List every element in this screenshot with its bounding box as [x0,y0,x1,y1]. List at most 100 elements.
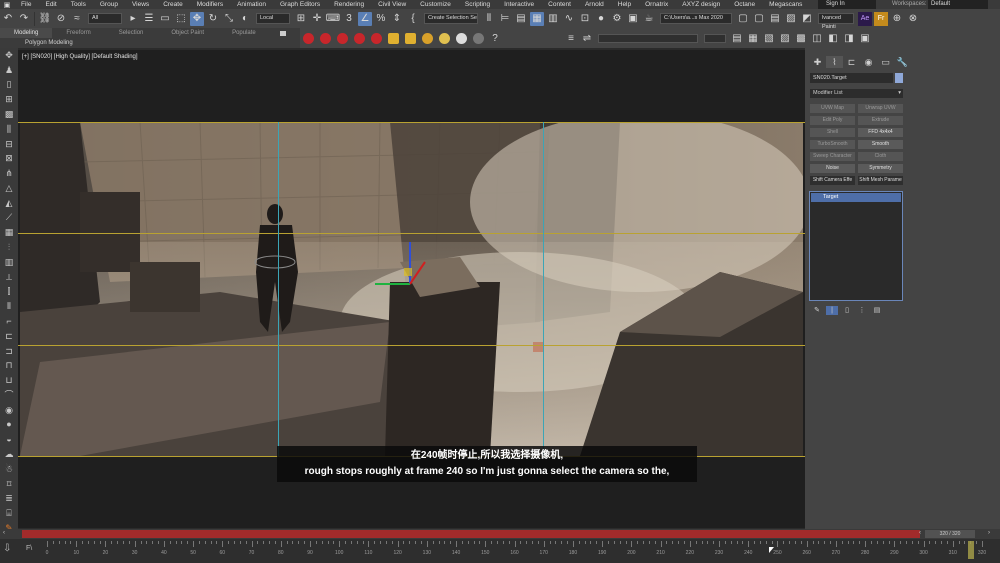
menu-item-octane[interactable]: Octane [727,0,762,9]
render-setup-icon[interactable]: ⚙ [610,12,624,26]
menu-item-graph-editors[interactable]: Graph Editors [273,0,327,9]
stack-item[interactable]: Target [811,193,901,202]
tool-icon-09[interactable]: ⋔ [3,167,16,180]
next-frame-icon[interactable]: › [988,530,990,536]
utilities-tab-icon[interactable]: 🔧 [894,56,911,68]
tool-icon-30[interactable]: ⌑ [3,478,16,491]
layer-icon-f[interactable]: ◫ [810,31,824,45]
rectangle-selection-icon[interactable]: ▭ [158,12,172,26]
menu-item-rendering[interactable]: Rendering [327,0,371,9]
modifier-button-uvw-map[interactable]: UVW Map [810,104,855,113]
quick-render-icon[interactable]: ▤ [768,12,782,26]
unlink-icon[interactable]: ⊘ [54,12,68,26]
material-editor-icon[interactable]: ● [594,12,608,26]
menu-item-ornatrix[interactable]: Ornatrix [638,0,675,9]
redo-icon[interactable]: ↷ [17,12,31,26]
percent-snap-icon[interactable]: % [374,12,388,26]
undo-icon[interactable]: ↶ [1,12,15,26]
layer-icon-a[interactable]: ▤ [730,31,744,45]
time-slider-track[interactable] [22,530,920,538]
ribbon-minimize-icon[interactable] [279,30,286,36]
forest-pack-icon[interactable]: Fr [874,11,888,26]
time-slider[interactable]: ‹ ‹ 320 / 320 › [0,529,1000,539]
folder-icon[interactable]: ▢ [736,12,750,26]
ribbon-tab-object-paint[interactable]: Object Paint [157,28,218,38]
tool-icon-23[interactable]: ⊔ [3,374,16,387]
tool-icon-04[interactable]: ⊞ [3,93,16,106]
tool-icon-18[interactable]: ⦀ [3,300,16,313]
select-manipulate-icon[interactable]: ✛ [310,12,324,26]
tool-icon-10[interactable]: △ [3,182,16,195]
pivot-center-icon[interactable]: ⊞ [294,12,308,26]
project-folder-icon[interactable]: ▢ [752,12,766,26]
schematic-view-icon[interactable]: ⊡ [578,12,592,26]
ribbon-tab-modeling[interactable]: Modeling [0,28,53,38]
tool-icon-31[interactable]: ≣ [3,492,16,505]
yellow-tool-icon[interactable] [388,32,399,44]
layer-tools-icon[interactable]: ⇌ [580,31,594,45]
configure-modifier-sets-icon[interactable]: ▤ [871,306,883,315]
plugin-b-icon[interactable]: ⊗ [906,12,920,26]
tool-icon-28[interactable]: ☁ [3,448,16,461]
menu-item-modifiers[interactable]: Modifiers [190,0,230,9]
ribbon-tab-selection[interactable]: Selection [105,28,158,38]
menu-item-content[interactable]: Content [541,0,578,9]
toggle-scene-explorer-icon[interactable]: ▤ [514,12,528,26]
tool-icon-17[interactable]: ⫿ [3,285,16,298]
after-effects-icon[interactable]: Ae [858,11,872,26]
curve-editor-icon[interactable]: ∿ [562,12,576,26]
mini-curve-editor-icon[interactable]: ⇩ [3,543,11,554]
tool-icon-26[interactable]: ● [3,418,16,431]
menu-item-customize[interactable]: Customize [413,0,458,9]
menu-item-edit[interactable]: Edit [38,0,63,9]
menu-item-arnold[interactable]: Arnold [578,0,611,9]
make-unique-icon[interactable]: ▯ [841,306,853,315]
toggle-layer-explorer-icon[interactable]: ▦ [530,11,544,26]
menu-item-views[interactable]: Views [125,0,156,9]
render-iterative-icon[interactable]: ▨ [784,12,798,26]
modifier-button-shift-camera-effe[interactable]: Shift Camera Effe [810,176,855,185]
angle-snap-icon[interactable]: ∠ [358,11,372,26]
layer-icon-e[interactable]: ▩ [794,31,808,45]
ribbon-tab-populate[interactable]: Populate [218,28,270,38]
tool-icon-16[interactable]: ⟂ [3,271,16,284]
grey-tool-icon[interactable] [473,32,484,44]
tool-icon-21[interactable]: ⊐ [3,345,16,358]
motion-tab-icon[interactable]: ◉ [860,56,877,68]
menu-item-animation[interactable]: Animation [230,0,273,9]
menu-item-create[interactable]: Create [156,0,190,9]
plugin-a-icon[interactable]: ⊕ [890,12,904,26]
layer-icon-b[interactable]: ▦ [746,31,760,45]
populate-red-icon-5[interactable] [371,32,382,44]
named-selection-dropdown[interactable]: Create Selection Se [424,13,478,24]
layers-icon[interactable]: ≡ [564,31,578,45]
tool-icon-13[interactable]: ▦ [3,226,16,239]
menu-item-megascans[interactable]: Megascans [762,0,809,9]
rendered-frame-window-icon[interactable]: ▣ [626,12,640,26]
render-preview-icon[interactable]: ◩ [800,12,814,26]
modifier-button-unwrap-uvw[interactable]: Unwrap UVW [858,104,903,113]
modifier-list-dropdown[interactable]: Modifier List ▾ [810,89,903,98]
tool-icon-03[interactable]: ▯ [3,78,16,91]
track-bar[interactable]: ⇩ F\ 0 10 20 30 40 50 60 70 80 90 100 110 120 130 140 1… [0,539,1000,563]
modifier-button-symmetry[interactable]: Symmetry [858,164,903,173]
tool-icon-01[interactable]: ✥ [3,49,16,62]
create-tab-icon[interactable]: ✚ [809,56,826,68]
modifier-button-ffd-4x4x4[interactable]: FFD 4x4x4 [858,128,903,137]
select-scale-icon[interactable]: ⤡ [222,12,236,26]
camera-target-marker[interactable] [533,342,543,352]
tool-icon-11[interactable]: ◭ [3,197,16,210]
app-menu-icon[interactable]: ▣ [0,0,14,9]
sign-in-dropdown[interactable]: Sign In [818,0,876,9]
modifier-button-shift-mesh-parame[interactable]: Shift Mesh Parame [858,176,903,185]
project-path-dropdown[interactable]: C:\Users\a...s Max 2020 [660,13,732,24]
time-slider-thumb[interactable]: 320 / 320 [925,530,975,538]
link-icon[interactable]: ⛓ [38,12,52,26]
spinner-snap-icon[interactable]: ⇕ [390,12,404,26]
menu-item-scripting[interactable]: Scripting [458,0,497,9]
rendered-scene[interactable] [20,122,803,456]
tool-icon-15[interactable]: ▥ [3,256,16,269]
menu-item-axyz-design[interactable]: AXYZ design [675,0,727,9]
modifier-button-smooth[interactable]: Smooth [858,140,903,149]
modifier-button-turbosmooth[interactable]: TurboSmooth [810,140,855,149]
